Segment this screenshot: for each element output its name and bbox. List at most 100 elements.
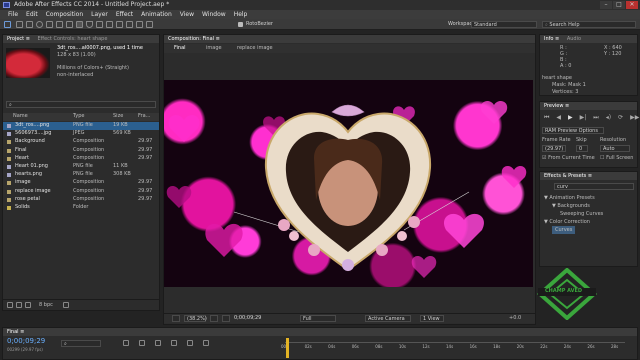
bit-depth[interactable]: 8 bpc <box>39 302 53 309</box>
new-folder-icon[interactable] <box>16 302 22 308</box>
column-name[interactable]: Name <box>13 113 28 120</box>
project-item[interactable]: rose petal Composition 29.97 <box>3 196 159 204</box>
first-frame-icon[interactable]: ⏮ <box>544 114 549 122</box>
tab-project[interactable]: Project ≡ <box>7 36 30 42</box>
timeline-search-input[interactable]: ⌕ <box>61 340 101 347</box>
magnification-dropdown[interactable]: (38.2%) <box>184 315 207 322</box>
graph-editor-icon[interactable] <box>203 340 209 346</box>
ram-preview-icon[interactable]: ▶▶ <box>630 114 639 122</box>
frame-blending-icon[interactable] <box>171 340 177 346</box>
hand-tool-icon[interactable] <box>26 21 33 28</box>
comp-mini-flowchart-icon[interactable] <box>123 340 129 346</box>
maximize-button[interactable]: □ <box>613 1 625 9</box>
ram-preview-options-dropdown[interactable]: RAM Preview Options <box>542 127 604 134</box>
menu-layer[interactable]: Layer <box>87 10 112 19</box>
zoom-tool-icon[interactable] <box>36 21 43 28</box>
project-item[interactable]: hearts.png PNG file 308 KB <box>3 171 159 179</box>
clone-stamp-tool-icon[interactable] <box>116 21 123 28</box>
camera-tool-icon[interactable] <box>56 21 63 28</box>
play-icon[interactable]: ▶ <box>568 114 573 122</box>
project-item[interactable]: 5606973....jpg JPEG 569 KB <box>3 130 159 138</box>
timeline-timecode[interactable]: 0;00;09;29 <box>7 338 45 345</box>
grid-icon[interactable] <box>210 315 218 322</box>
next-frame-icon[interactable]: ▶| <box>580 114 587 122</box>
menu-animation[interactable]: Animation <box>137 10 176 19</box>
effects-search-input[interactable]: curv <box>554 183 634 190</box>
effects-tree-item[interactable]: Sweeping Curves <box>560 210 603 218</box>
type-tool-icon[interactable] <box>96 21 103 28</box>
draft-3d-icon[interactable] <box>139 340 145 346</box>
selection-tool-icon[interactable] <box>16 21 23 28</box>
project-item[interactable]: image Composition 29.97 <box>3 179 159 187</box>
pan-behind-tool-icon[interactable] <box>66 21 73 28</box>
camera-dropdown[interactable]: Active Camera <box>365 315 411 322</box>
time-ruler[interactable]: 00s 02s 04s 06s 08s 10s 12s 14s 16s 18s 20s 22s 24s 2… <box>281 342 625 358</box>
comp-timecode[interactable]: 0;00;09;29 <box>234 315 261 322</box>
project-item[interactable]: Heart 01.png PNG file 11 KB <box>3 163 159 171</box>
puppet-tool-icon[interactable] <box>146 21 153 28</box>
home-tool-icon[interactable] <box>4 21 11 28</box>
minimize-button[interactable]: – <box>600 1 612 9</box>
project-item[interactable]: 3dt_ros....png PNG file 19 KB <box>3 122 159 130</box>
menu-effect[interactable]: Effect <box>112 10 137 19</box>
breadcrumb-image[interactable]: image <box>206 45 222 52</box>
rectangle-tool-icon[interactable] <box>76 21 83 28</box>
tab-audio[interactable]: Audio <box>567 36 581 42</box>
loop-icon[interactable]: ⟳ <box>618 114 623 122</box>
eraser-tool-icon[interactable] <box>126 21 133 28</box>
effects-tree-item[interactable]: ▼ Backgrounds <box>552 202 590 210</box>
last-frame-icon[interactable]: ⏭ <box>593 114 598 122</box>
full-screen-checkbox[interactable]: ☐ Full Screen <box>600 155 633 162</box>
effects-tree-item[interactable]: Curves <box>552 226 576 234</box>
tab-composition-final[interactable]: Composition: Final ≡ <box>168 36 220 42</box>
effects-tree-item[interactable]: ▼ Color Correction <box>544 218 590 226</box>
column-size[interactable]: Size <box>113 113 123 120</box>
menu-window[interactable]: Window <box>198 10 230 19</box>
shy-layers-icon[interactable] <box>155 340 161 346</box>
project-item[interactable]: replace image Composition 29.97 <box>3 188 159 196</box>
rotate-tool-icon[interactable] <box>46 21 53 28</box>
heart-frame[interactable] <box>264 104 432 272</box>
search-help-input[interactable]: ⌕ Search Help <box>542 21 636 28</box>
project-item[interactable]: Background Composition 29.97 <box>3 138 159 146</box>
project-item[interactable]: Final Composition 29.97 <box>3 147 159 155</box>
breadcrumb-final[interactable]: Final <box>174 45 186 52</box>
tab-timeline-final[interactable]: Final ≡ <box>7 329 24 335</box>
workspace-dropdown[interactable]: Standard <box>471 21 537 28</box>
tab-preview[interactable]: Preview ≡ <box>544 103 569 109</box>
resolution-preview-dropdown[interactable]: Auto <box>600 145 630 152</box>
exposure-value[interactable]: +0.0 <box>509 315 521 322</box>
menu-edit[interactable]: Edit <box>22 10 42 19</box>
breadcrumb-replace-image[interactable]: replace image <box>237 45 273 52</box>
project-item[interactable]: Solids Folder <box>3 204 159 212</box>
menu-composition[interactable]: Composition <box>42 10 87 19</box>
motion-blur-icon[interactable] <box>187 340 193 346</box>
previous-frame-icon[interactable]: ◀ <box>556 114 561 122</box>
trash-icon[interactable] <box>63 302 69 308</box>
project-search-input[interactable]: ⌕ <box>6 101 156 108</box>
resolution-dropdown[interactable]: Full <box>300 315 336 322</box>
new-composition-icon[interactable] <box>25 302 31 308</box>
menu-view[interactable]: View <box>176 10 198 19</box>
effects-tree-item[interactable]: ▼ Animation Presets <box>544 194 595 202</box>
interpret-footage-icon[interactable] <box>7 302 13 308</box>
column-frame-rate[interactable]: Fra... <box>138 113 150 120</box>
tab-info[interactable]: Info ≡ <box>544 36 559 42</box>
roto-brush-tool-icon[interactable] <box>136 21 143 28</box>
brush-tool-icon[interactable] <box>106 21 113 28</box>
close-button[interactable]: ✕ <box>626 1 638 9</box>
views-dropdown[interactable]: 1 View <box>420 315 444 322</box>
always-preview-icon[interactable] <box>172 315 180 322</box>
audio-icon[interactable]: ◂) <box>606 114 611 122</box>
frame-rate-dropdown[interactable]: (29.97) <box>542 145 566 152</box>
composition-viewer[interactable] <box>164 80 533 287</box>
camera-snapshot-icon[interactable] <box>222 315 230 322</box>
tab-effect-controls[interactable]: Effect Controls: heart shape <box>37 36 107 42</box>
pen-tool-icon[interactable] <box>86 21 93 28</box>
rotobezier-checkbox[interactable] <box>238 22 243 27</box>
menu-help[interactable]: Help <box>230 10 252 19</box>
menu-file[interactable]: File <box>4 10 22 19</box>
tab-effects-presets[interactable]: Effects & Presets ≡ <box>544 173 592 179</box>
column-type[interactable]: Type <box>73 113 84 120</box>
playhead[interactable] <box>286 338 289 358</box>
